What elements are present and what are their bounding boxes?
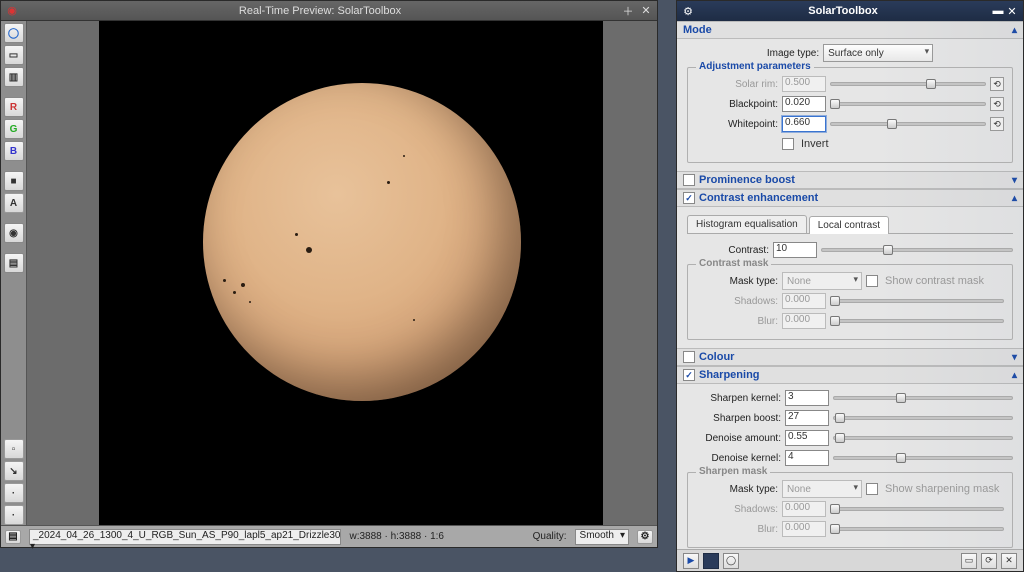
gear-icon[interactable]: ⚙ [681, 4, 695, 18]
docs-button[interactable]: ▭ [961, 553, 977, 569]
show-contrast-mask-checkbox [866, 275, 878, 287]
tool-disk[interactable]: ▤ [4, 253, 24, 273]
denoise-kernel-input[interactable]: 4 [785, 450, 829, 466]
blackpoint-input[interactable]: 0.020 [782, 96, 826, 112]
tool-b-channel[interactable]: B [4, 141, 24, 161]
quality-select[interactable]: Smooth▾ [575, 529, 629, 545]
tool-a[interactable]: A [4, 193, 24, 213]
whitepoint-reset[interactable]: ⟲ [990, 117, 1004, 131]
solartoolbox-panel: ⚙ SolarToolbox ▬ ✕ Mode▴ Image type: Sur… [676, 0, 1024, 572]
expand-icon[interactable]: ▾ [1012, 175, 1017, 186]
tool-camera[interactable]: ◉ [4, 223, 24, 243]
tab-histogram[interactable]: Histogram equalisation [687, 215, 807, 233]
tool-g-channel[interactable]: G [4, 119, 24, 139]
section-contrast[interactable]: ✓ Contrast enhancement▴ [677, 189, 1023, 207]
whitepoint-slider[interactable] [830, 117, 986, 131]
sharpen-blur-input: 0.000 [782, 521, 826, 537]
tool-r-channel[interactable]: R [4, 97, 24, 117]
image-type-combo[interactable]: Surface only [823, 44, 933, 62]
square-button[interactable] [703, 553, 719, 569]
denoise-amount-slider[interactable] [833, 431, 1013, 445]
solar-rim-input: 0.500 [782, 76, 826, 92]
status-gear-icon[interactable]: ⚙ [637, 530, 653, 544]
contrast-slider[interactable] [821, 243, 1013, 257]
solar-rim-reset[interactable]: ⟲ [990, 77, 1004, 91]
tool-layers[interactable]: ▥ [4, 67, 24, 87]
show-sharpen-mask-checkbox [866, 483, 878, 495]
preview-canvas[interactable] [27, 21, 657, 525]
blackpoint-reset[interactable]: ⟲ [990, 97, 1004, 111]
sharpen-mask-type: None [782, 480, 862, 498]
dims-readout: w:3888 · h:3888 · 1:6 [349, 531, 444, 542]
contrast-blur-slider [830, 314, 1004, 328]
preview-window: ◉ Real-Time Preview: SolarToolbox ＋ ✕ ◯ … [0, 0, 658, 548]
preview-toolstrip: ◯ ▭ ▥ R G B ■ A ◉ ▤ ▫ ↘ · · [1, 21, 27, 525]
image-type-label: Image type: [767, 48, 819, 59]
tool-misc1[interactable]: · [4, 483, 24, 503]
sharpen-mask-fieldset: Sharpen mask Mask type: None Show sharpe… [687, 472, 1013, 548]
tool-ring[interactable]: ◯ [4, 23, 24, 43]
image-area [99, 21, 603, 525]
contrast-checkbox[interactable]: ✓ [683, 192, 695, 204]
expand-icon[interactable]: ▾ [1012, 352, 1017, 363]
solar-rim-slider [830, 77, 986, 91]
filename-combo[interactable]: _2024_04_26_1300_4_U_RGB_Sun_AS_P90_lapl… [29, 529, 341, 545]
reset-all-button[interactable]: ⟳ [981, 553, 997, 569]
denoise-amount-input[interactable]: 0.55 [785, 430, 829, 446]
contrast-blur-input: 0.000 [782, 313, 826, 329]
quality-label: Quality: [533, 531, 567, 542]
tool-rect[interactable]: ▭ [4, 45, 24, 65]
contrast-shadows-input: 0.000 [782, 293, 826, 309]
preview-titlebar[interactable]: ◉ Real-Time Preview: SolarToolbox ＋ ✕ [1, 1, 657, 21]
panel-titlebar[interactable]: ⚙ SolarToolbox ▬ ✕ [677, 1, 1023, 21]
section-prominence[interactable]: Prominence boost▾ [677, 171, 1023, 189]
tool-fill[interactable]: ■ [4, 171, 24, 191]
preview-title: Real-Time Preview: SolarToolbox [19, 5, 621, 17]
sharpen-kernel-slider[interactable] [833, 391, 1013, 405]
adjustment-fieldset: Adjustment parameters Solar rim: 0.500 ⟲… [687, 67, 1013, 163]
sharpen-boost-input[interactable]: 27 [785, 410, 829, 426]
sharpen-blur-slider [830, 522, 1004, 536]
close-icon[interactable]: ✕ [1005, 4, 1019, 18]
contrast-mask-fieldset: Contrast mask Mask type: None Show contr… [687, 264, 1013, 340]
section-mode[interactable]: Mode▴ [677, 21, 1023, 39]
ring-button[interactable]: ◯ [723, 553, 739, 569]
blackpoint-slider[interactable] [830, 97, 986, 111]
record-icon[interactable]: ◉ [5, 4, 19, 18]
tool-box[interactable]: ▫ [4, 439, 24, 459]
cancel-button[interactable]: ✕ [1001, 553, 1017, 569]
pin-icon[interactable]: ＋ [621, 4, 635, 18]
sharpen-boost-slider[interactable] [833, 411, 1013, 425]
invert-label: Invert [801, 138, 829, 150]
apply-button[interactable]: ▶ [683, 553, 699, 569]
tool-arrow[interactable]: ↘ [4, 461, 24, 481]
invert-checkbox[interactable] [782, 138, 794, 150]
colour-checkbox[interactable] [683, 351, 695, 363]
prominence-checkbox[interactable] [683, 174, 695, 186]
contrast-input[interactable]: 10 [773, 242, 817, 258]
minimize-icon[interactable]: ▬ [991, 4, 1005, 18]
status-save-icon[interactable]: ▤ [5, 530, 21, 544]
tool-misc2[interactable]: · [4, 505, 24, 525]
panel-title: SolarToolbox [695, 5, 991, 17]
whitepoint-input[interactable]: 0.660 [782, 116, 826, 132]
close-icon[interactable]: ✕ [639, 4, 653, 18]
sharpen-kernel-input[interactable]: 3 [785, 390, 829, 406]
collapse-icon[interactable]: ▴ [1012, 25, 1017, 36]
preview-statusbar: ▤ _2024_04_26_1300_4_U_RGB_Sun_AS_P90_la… [1, 525, 657, 547]
collapse-icon[interactable]: ▴ [1012, 193, 1017, 204]
contrast-mask-type: None [782, 272, 862, 290]
section-colour[interactable]: Colour▾ [677, 348, 1023, 366]
sharpen-shadows-input: 0.000 [782, 501, 826, 517]
denoise-kernel-slider[interactable] [833, 451, 1013, 465]
panel-footer: ▶ ◯ ▭ ⟳ ✕ [677, 549, 1023, 571]
section-sharpening[interactable]: ✓ Sharpening▴ [677, 366, 1023, 384]
sun-disk [203, 83, 521, 401]
sharpen-shadows-slider [830, 502, 1004, 516]
sharpening-checkbox[interactable]: ✓ [683, 369, 695, 381]
contrast-shadows-slider [830, 294, 1004, 308]
collapse-icon[interactable]: ▴ [1012, 370, 1017, 381]
tab-local-contrast[interactable]: Local contrast [809, 216, 889, 234]
